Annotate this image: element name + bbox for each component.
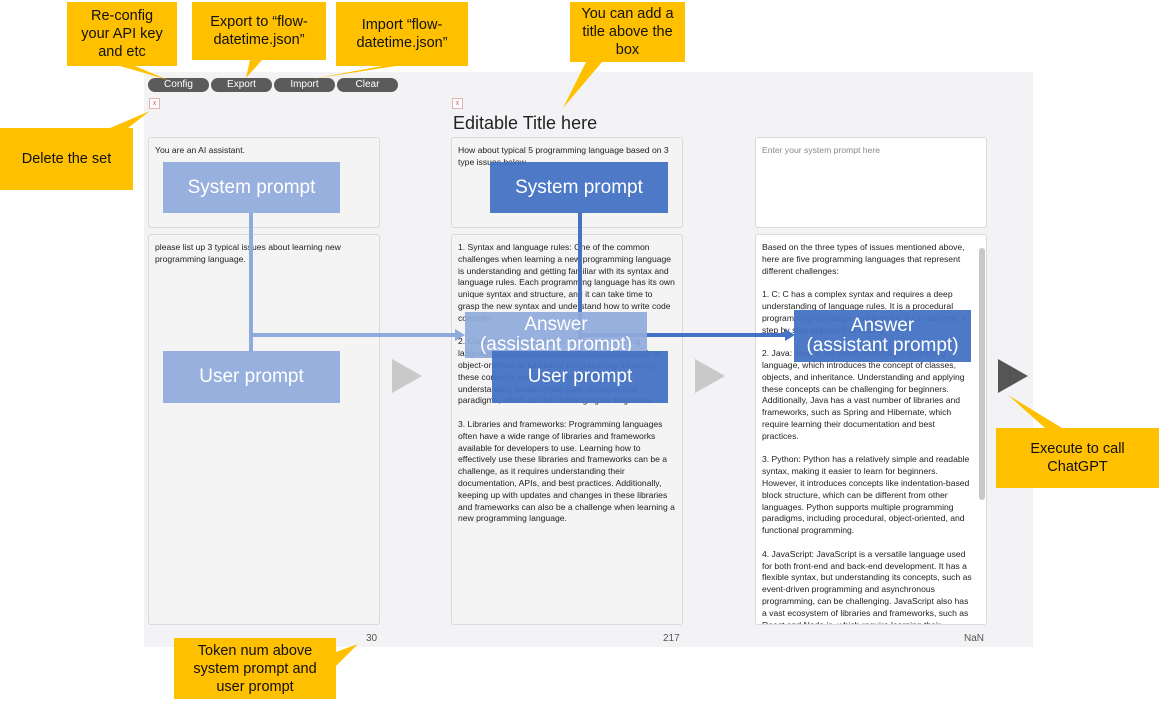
callout-pointers bbox=[110, 60, 1062, 666]
callout-config: Re-config your API key and etc bbox=[67, 2, 177, 66]
callout-import: Import “flow-datetime.json” bbox=[336, 2, 468, 66]
callout-title: You can add a title above the box bbox=[570, 2, 685, 62]
callout-export: Export to “flow-datetime.json” bbox=[192, 2, 326, 60]
callout-token: Token num above system prompt and user pro… bbox=[174, 638, 336, 699]
callout-delete: Delete the set bbox=[0, 128, 133, 190]
callout-execute: Execute to call ChatGPT bbox=[996, 428, 1159, 488]
